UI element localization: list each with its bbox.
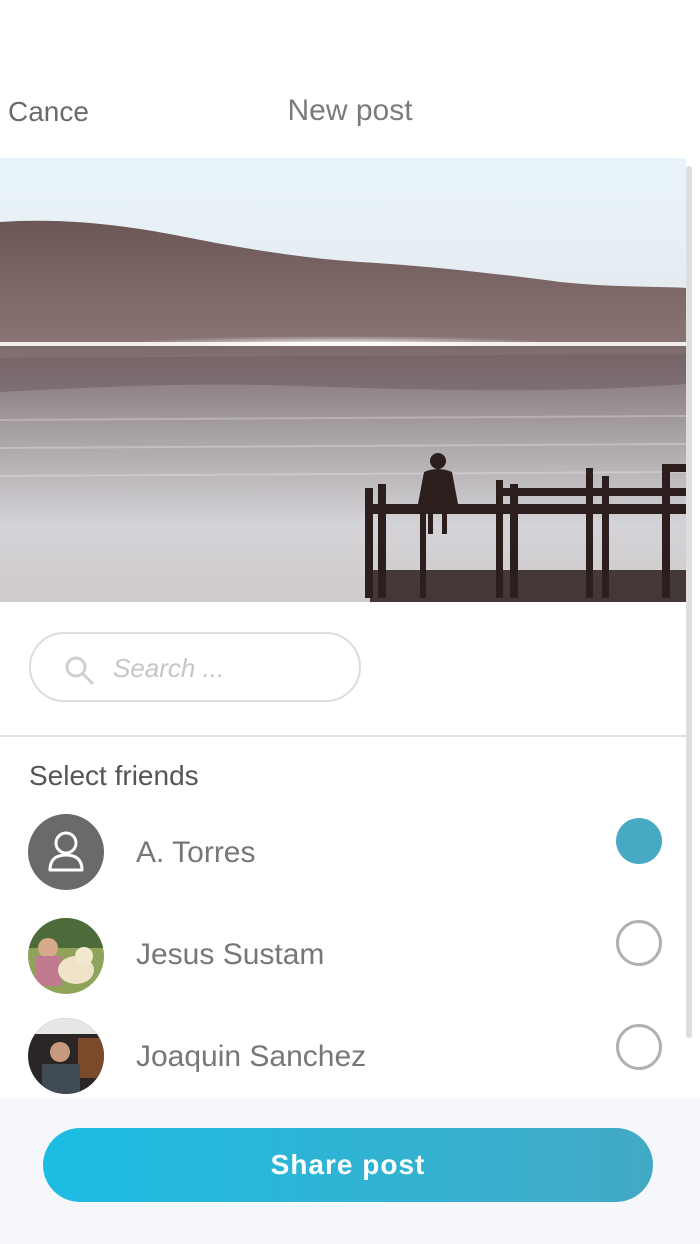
friend-select-radio[interactable] [616,818,662,864]
friend-select-radio[interactable] [616,920,662,966]
avatar [28,814,104,890]
avatar [28,1018,104,1094]
friend-name: Jesus Sustam [136,938,325,971]
search-box[interactable] [29,632,361,702]
scrollbar[interactable] [686,166,692,1038]
avatar-photo [28,918,104,994]
avatar [28,918,104,994]
page-title: New post [287,94,413,127]
search-icon [65,656,94,685]
post-photo [0,158,686,602]
header: Cance New post [0,0,700,158]
divider [0,735,686,737]
friend-row[interactable]: A. Torres [0,808,686,898]
friend-row[interactable]: Jesus Sustam [0,910,686,1000]
lake-pier-image [0,158,686,602]
search-input[interactable] [111,644,345,692]
avatar-photo [28,1018,104,1094]
user-icon [48,831,84,872]
friend-name: Joaquin Sanchez [136,1040,367,1073]
friend-row[interactable]: Joaquin Sanchez [0,1012,686,1102]
select-friends-heading: Select friends [29,760,199,791]
friend-name: A. Torres [136,836,256,869]
friend-select-radio[interactable] [616,1024,662,1070]
share-post-button[interactable]: Share post [43,1128,653,1202]
